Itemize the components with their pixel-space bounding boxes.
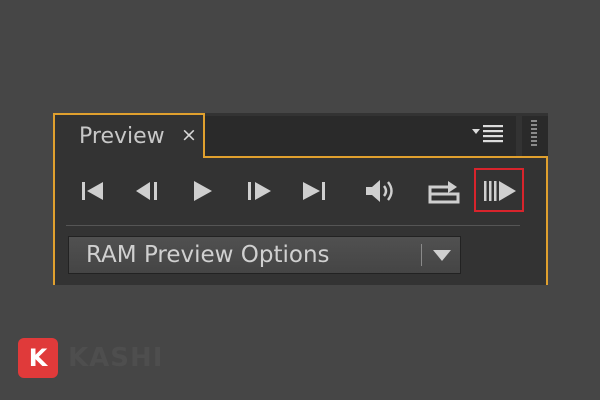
tab-preview-label: Preview xyxy=(79,124,165,149)
dropdown-selected-value: RAM Preview Options xyxy=(86,242,330,268)
panel-tab-join xyxy=(203,156,207,158)
play-pause-button[interactable] xyxy=(188,173,216,209)
speaker-icon xyxy=(366,180,393,202)
panel-top-border xyxy=(205,156,548,158)
dropdown-separator xyxy=(421,244,422,266)
last-frame-button[interactable] xyxy=(299,173,331,209)
panel-menu-button[interactable] xyxy=(470,123,506,143)
first-frame-button[interactable] xyxy=(78,173,108,209)
loop-button[interactable] xyxy=(424,173,464,209)
tab-close-button[interactable]: × xyxy=(181,122,197,148)
next-frame-icon xyxy=(248,182,271,200)
last-frame-icon xyxy=(303,182,325,200)
play-icon xyxy=(194,181,212,201)
previous-frame-button[interactable] xyxy=(132,173,164,209)
chevron-down-icon xyxy=(433,250,451,261)
ram-preview-highlight xyxy=(474,168,524,212)
first-frame-icon xyxy=(82,182,103,200)
controls-divider xyxy=(66,225,520,226)
loop-icon xyxy=(428,181,460,204)
watermark-text: KASHI xyxy=(68,343,164,373)
panel-menu-icon xyxy=(472,125,503,143)
mute-audio-button[interactable] xyxy=(362,173,398,209)
ram-preview-options-dropdown[interactable]: RAM Preview Options xyxy=(68,236,461,274)
next-frame-button[interactable] xyxy=(243,173,275,209)
watermark-logo: K xyxy=(18,338,58,378)
panel-grip-right[interactable] xyxy=(531,120,537,146)
previous-frame-icon xyxy=(136,182,157,200)
